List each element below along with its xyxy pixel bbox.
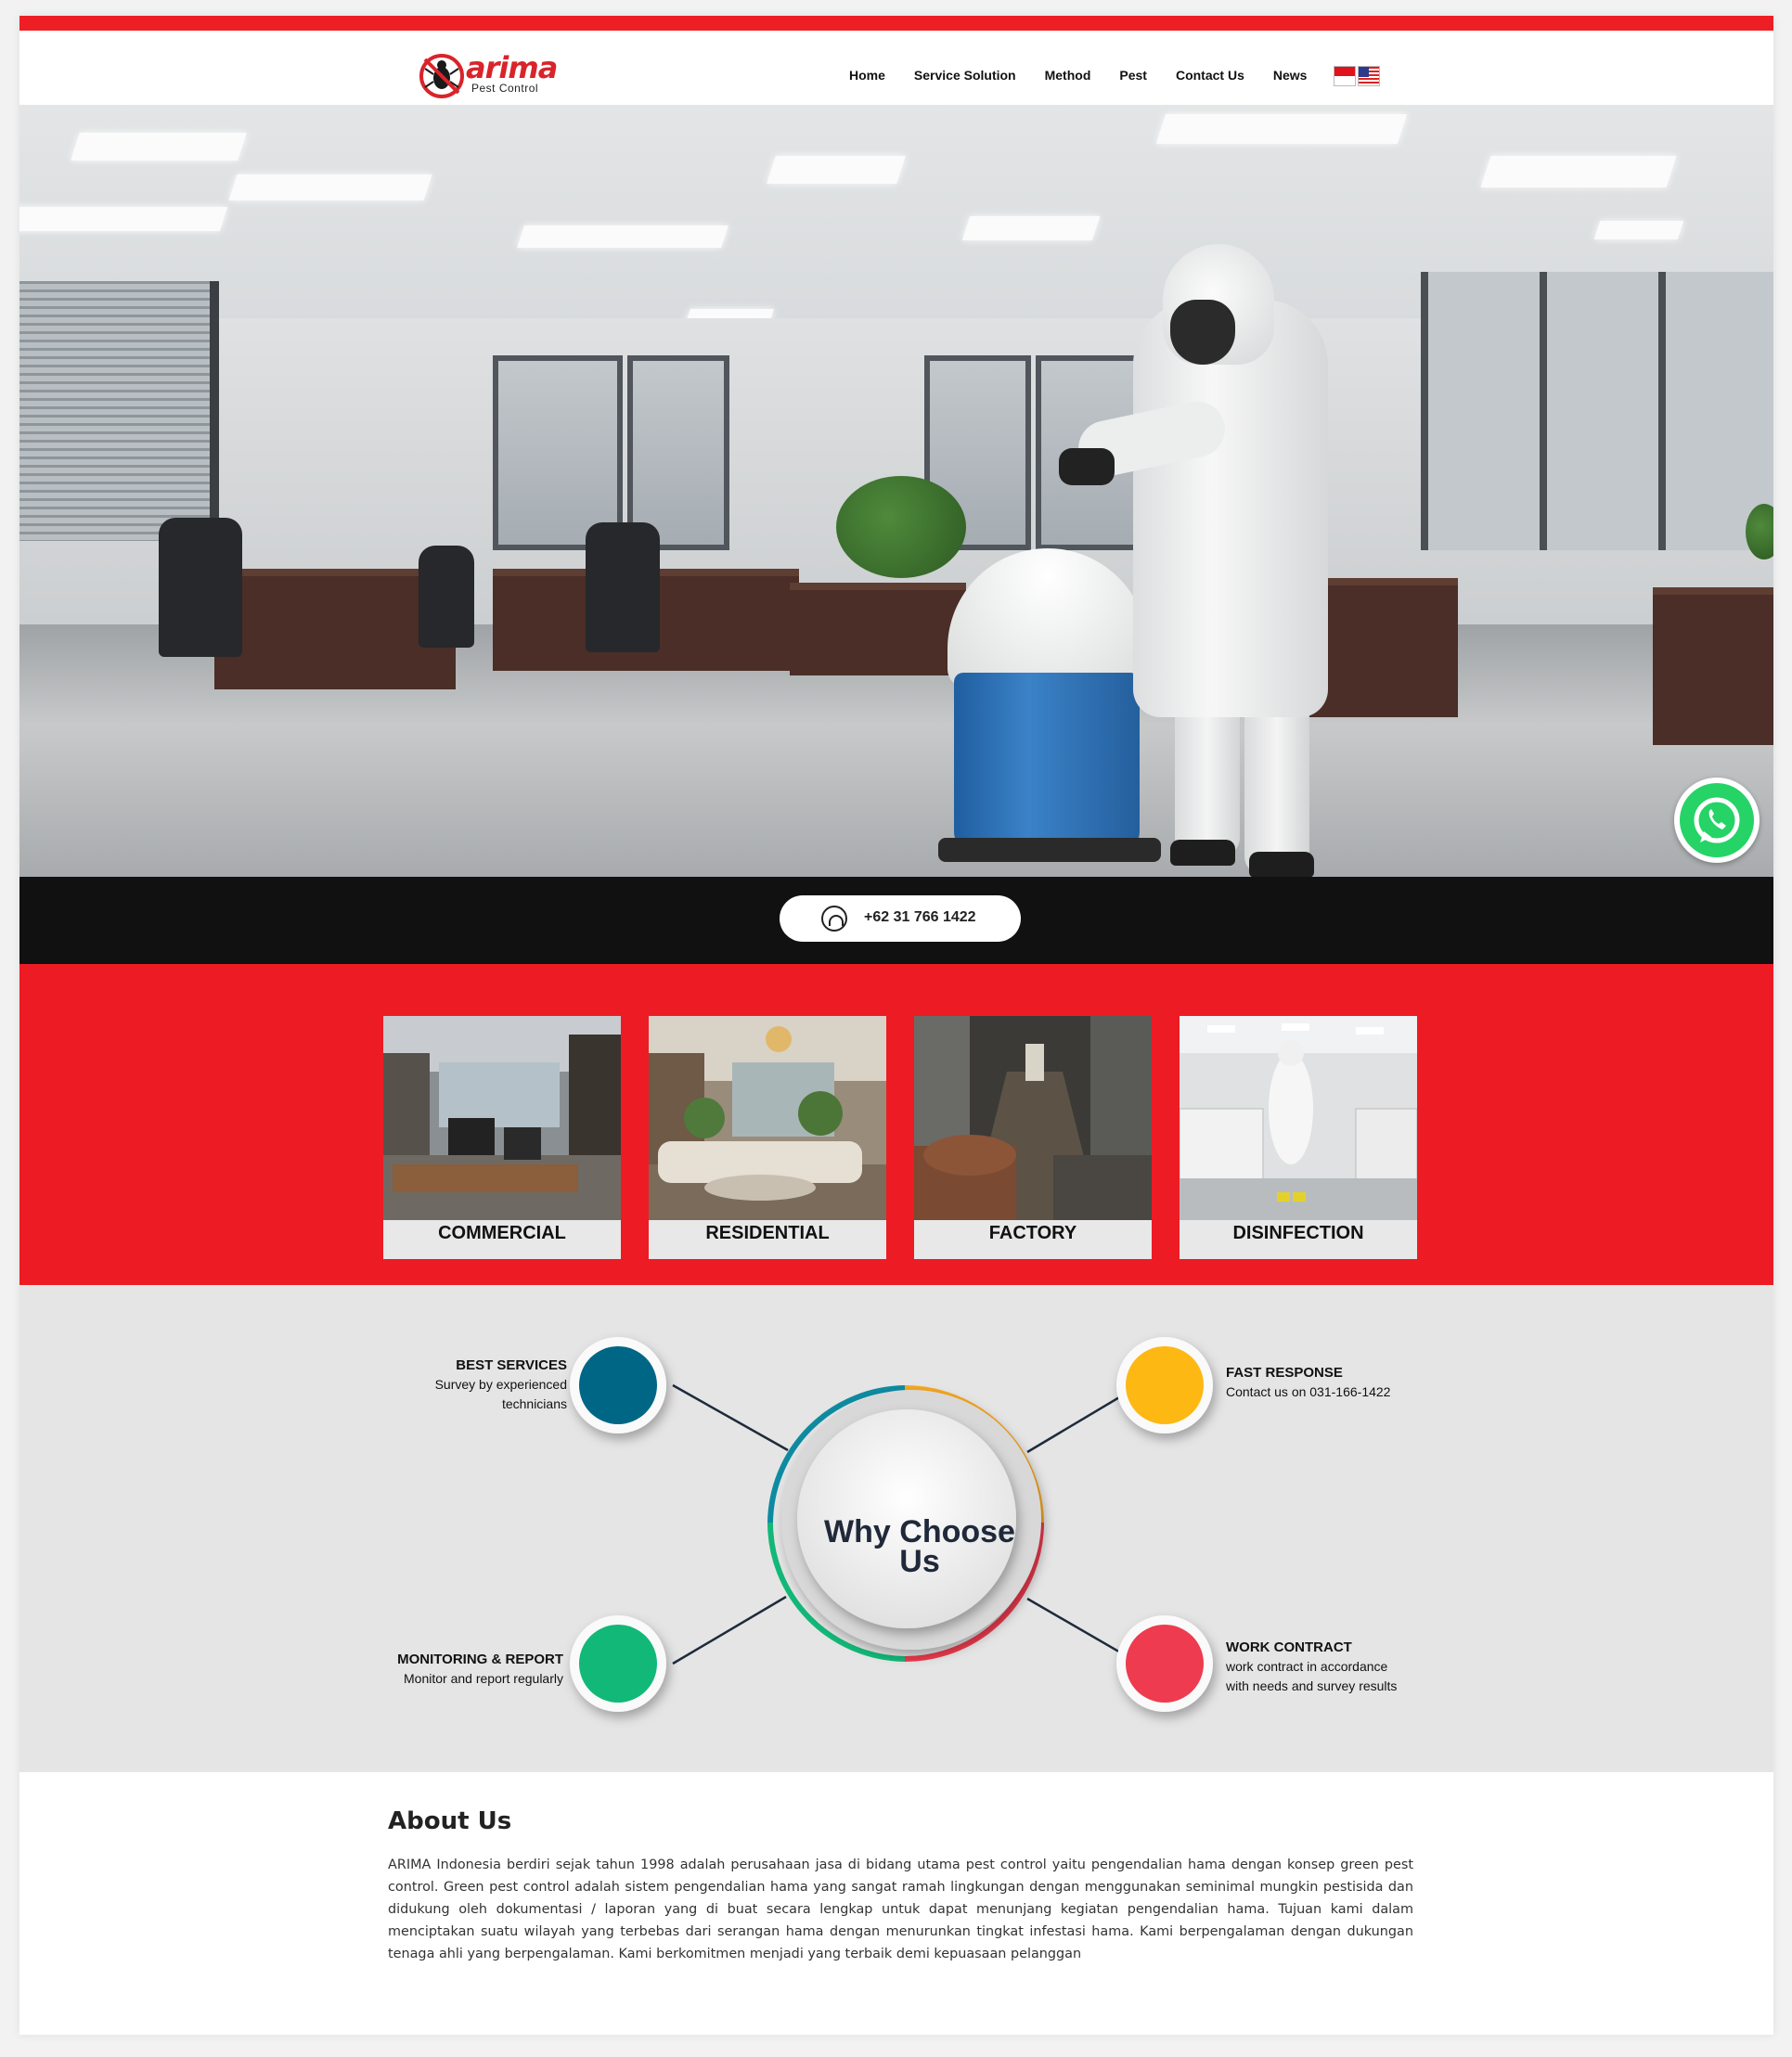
why-point-title: BEST SERVICES [456, 1357, 567, 1373]
headset-icon [821, 906, 847, 932]
service-card-residential[interactable]: RESIDENTIAL [649, 1016, 886, 1259]
nav-home[interactable]: Home [849, 68, 885, 83]
why-point-monitoring: MONITORING & REPORT Monitor and report r… [354, 1650, 563, 1689]
why-point-best-services: BEST SERVICES Survey by experienced tech… [372, 1356, 567, 1414]
why-point-desc: with needs and survey results [1226, 1678, 1398, 1693]
phone-number: +62 31 766 1422 [864, 909, 976, 925]
why-point-title: WORK CONTRACT [1226, 1639, 1352, 1655]
why-point-desc: technicians [501, 1396, 567, 1411]
why-choose-section: Why Choose Us BEST SERVICES Survey by ex… [19, 1285, 1773, 1772]
service-card-commercial[interactable]: COMMERCIAL [383, 1016, 621, 1259]
why-title-line1: Why Choose [824, 1514, 1015, 1549]
why-point-desc: Contact us on 031-166-1422 [1226, 1384, 1391, 1399]
service-card-disinfection[interactable]: DISINFECTION [1180, 1016, 1417, 1259]
hero-image [19, 105, 1773, 877]
service-card-factory[interactable]: FACTORY [914, 1016, 1152, 1259]
page: arima Pest Control Home Service Solution… [19, 16, 1773, 2035]
nav-contact-us[interactable]: Contact Us [1176, 68, 1244, 83]
commercial-image [383, 1016, 621, 1220]
disinfection-image [1180, 1016, 1417, 1220]
nav-service-solution[interactable]: Service Solution [914, 68, 1016, 83]
nav-method[interactable]: Method [1045, 68, 1091, 83]
indonesia-flag-icon[interactable] [1334, 66, 1356, 86]
whatsapp-button[interactable] [1674, 778, 1760, 863]
factory-image [914, 1016, 1152, 1220]
why-title-line2: Us [899, 1544, 940, 1579]
phone-call-button[interactable]: +62 31 766 1422 [780, 895, 1021, 942]
brand-tagline: Pest Control [471, 82, 539, 95]
why-point-fast-response: FAST RESPONSE Contact us on 031-166-1422 [1226, 1363, 1449, 1402]
service-label-disinfection: DISINFECTION [1232, 1223, 1364, 1243]
service-label-factory: FACTORY [988, 1223, 1077, 1243]
language-switcher [1334, 66, 1380, 86]
service-label-commercial: COMMERCIAL [438, 1223, 566, 1243]
why-point-title: MONITORING & REPORT [397, 1652, 563, 1667]
contact-bar: +62 31 766 1422 [19, 877, 1773, 964]
about-title: About Us [388, 1807, 512, 1835]
why-point-desc: Survey by experienced [434, 1377, 567, 1392]
why-point-title: FAST RESPONSE [1226, 1365, 1343, 1381]
main-nav: Home Service Solution Method Pest Contac… [849, 68, 1335, 83]
us-flag-icon[interactable] [1358, 66, 1380, 86]
residential-image [649, 1016, 886, 1220]
why-choose-title: Why Choose Us [794, 1514, 1045, 1579]
why-point-desc: work contract in accordance [1226, 1659, 1388, 1674]
service-label-residential: RESIDENTIAL [705, 1223, 830, 1243]
top-accent-bar [19, 16, 1773, 31]
bug-logo-icon [419, 54, 464, 98]
why-point-desc: Monitor and report regularly [404, 1671, 563, 1686]
why-point-work-contract: WORK CONTRACT work contract in accordanc… [1226, 1638, 1467, 1696]
about-text: ARIMA Indonesia berdiri sejak tahun 1998… [388, 1858, 1413, 1961]
brand-logo[interactable]: arima Pest Control [418, 50, 558, 100]
about-section: About Us ARIMA Indonesia berdiri sejak t… [19, 1772, 1773, 2035]
services-section: COMMERCIAL RESIDENTIAL FACTORY DISINFECT… [19, 964, 1773, 1285]
nav-pest[interactable]: Pest [1119, 68, 1147, 83]
brand-name: arima [466, 50, 558, 85]
nav-news[interactable]: News [1273, 68, 1308, 83]
whatsapp-icon [1694, 797, 1740, 843]
